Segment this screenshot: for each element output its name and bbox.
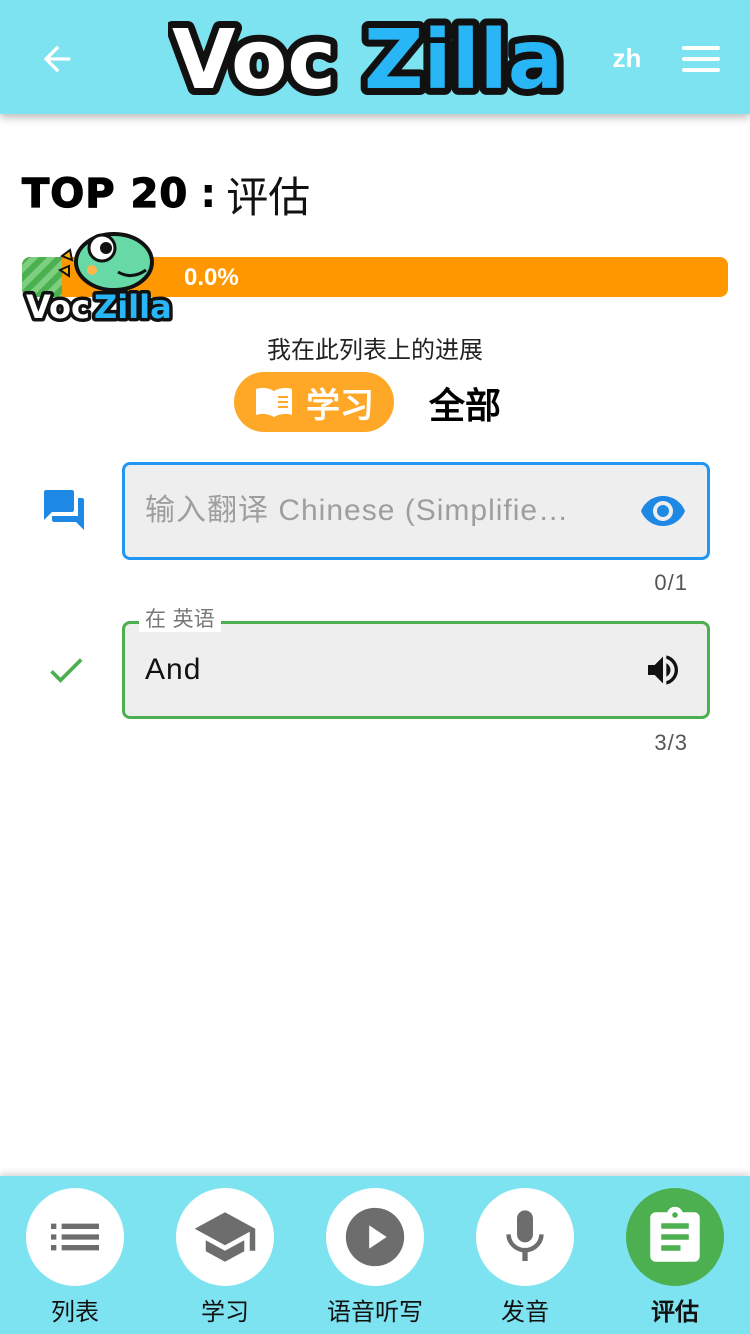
title-separator: : — [200, 171, 217, 217]
app-header: Voc Zilla zh — [0, 0, 750, 114]
progress-percent: 0.0% — [184, 264, 239, 291]
nav-item-assessment[interactable]: 评估 — [610, 1188, 740, 1328]
correct-icon-wrap — [42, 646, 90, 694]
nav-item-list[interactable]: 列表 — [10, 1188, 140, 1328]
chat-bubbles-icon — [44, 490, 84, 530]
nav-dictation-label: 语音听写 — [327, 1298, 423, 1326]
arrow-left-icon — [43, 45, 71, 73]
progress-caption: 我在此列表上的进展 — [267, 336, 483, 364]
answer-counter: 3/3 — [654, 730, 688, 755]
list-icon — [51, 1223, 99, 1251]
play-icon — [345, 1207, 405, 1267]
speaker-icon — [648, 655, 678, 685]
menu-button[interactable] — [678, 38, 724, 80]
dino-mascot-icon: Voc Zilla — [23, 232, 175, 326]
nav-pronunciation-label: 发音 — [501, 1298, 549, 1326]
answer-value: And — [145, 653, 202, 686]
reveal-answer-button[interactable] — [639, 487, 687, 535]
nav-pronunciation-circle — [476, 1188, 574, 1286]
svg-text:Voc: Voc — [172, 13, 336, 108]
translation-counter: 0/1 — [654, 570, 688, 595]
nav-assessment-circle — [626, 1188, 724, 1286]
hamburger-menu-icon — [682, 46, 720, 72]
nav-item-dictation[interactable]: 语音听写 — [310, 1188, 440, 1328]
language-selector[interactable]: zh — [606, 40, 648, 76]
microphone-icon — [506, 1210, 544, 1261]
nav-item-learn[interactable]: 学习 — [160, 1188, 290, 1328]
nav-list-label: 列表 — [51, 1298, 99, 1326]
play-audio-button[interactable] — [639, 646, 687, 694]
clipboard-icon — [650, 1206, 700, 1262]
svg-text:Voc: Voc — [26, 288, 90, 326]
answer-field: 在 英语 And — [122, 606, 710, 719]
svg-text:Zilla: Zilla — [364, 13, 563, 108]
voczilla-logo: Voc Zilla — [168, 8, 580, 108]
translation-placeholder: 输入翻译 Chinese (Simplifie… — [145, 494, 570, 527]
filter-all-button[interactable]: 全部 — [420, 376, 510, 430]
svg-text:Zilla: Zilla — [94, 288, 172, 326]
graduation-cap-icon — [194, 1212, 256, 1262]
page-title: TOP 20 : 评估 — [21, 166, 311, 222]
list-name: TOP 20 — [21, 170, 189, 217]
eye-icon — [641, 496, 685, 526]
back-button[interactable] — [32, 34, 82, 84]
question-icon-wrap — [40, 486, 88, 534]
book-icon — [256, 387, 292, 417]
nav-learn-circle — [176, 1188, 274, 1286]
mode-name: 评估 — [226, 172, 311, 222]
filter-all-label: 全部 — [428, 386, 501, 427]
bottom-navigation: 列表 学习 语音听写 发音 评估 — [0, 1176, 750, 1334]
filter-learn-label: 学习 — [306, 385, 374, 426]
checkmark-icon — [50, 658, 83, 683]
nav-item-pronunciation[interactable]: 发音 — [460, 1188, 590, 1328]
filter-learn-button[interactable]: 学习 — [234, 372, 394, 432]
nav-learn-label: 学习 — [201, 1298, 249, 1326]
nav-dictation-circle — [326, 1188, 424, 1286]
translation-input[interactable]: 输入翻译 Chinese (Simplifie… — [122, 462, 710, 560]
nav-list-circle — [26, 1188, 124, 1286]
nav-assessment-label: 评估 — [651, 1298, 699, 1326]
